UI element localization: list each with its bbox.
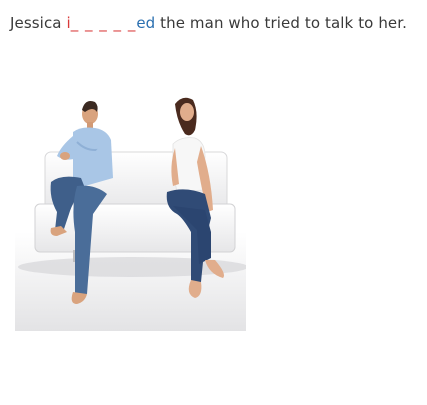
couple-on-sofa-photo bbox=[15, 82, 246, 331]
answer-blanks: _ _ _ _ _ bbox=[70, 14, 137, 32]
sentence-prefix: Jessica bbox=[10, 14, 67, 32]
exercise-sentence: Jessica i_ _ _ _ _ed the man who tried t… bbox=[10, 14, 407, 32]
sentence-rest: the man who tried to talk to her. bbox=[155, 14, 408, 32]
couple-on-sofa-illustration bbox=[15, 82, 246, 331]
word-suffix: ed bbox=[136, 14, 156, 32]
